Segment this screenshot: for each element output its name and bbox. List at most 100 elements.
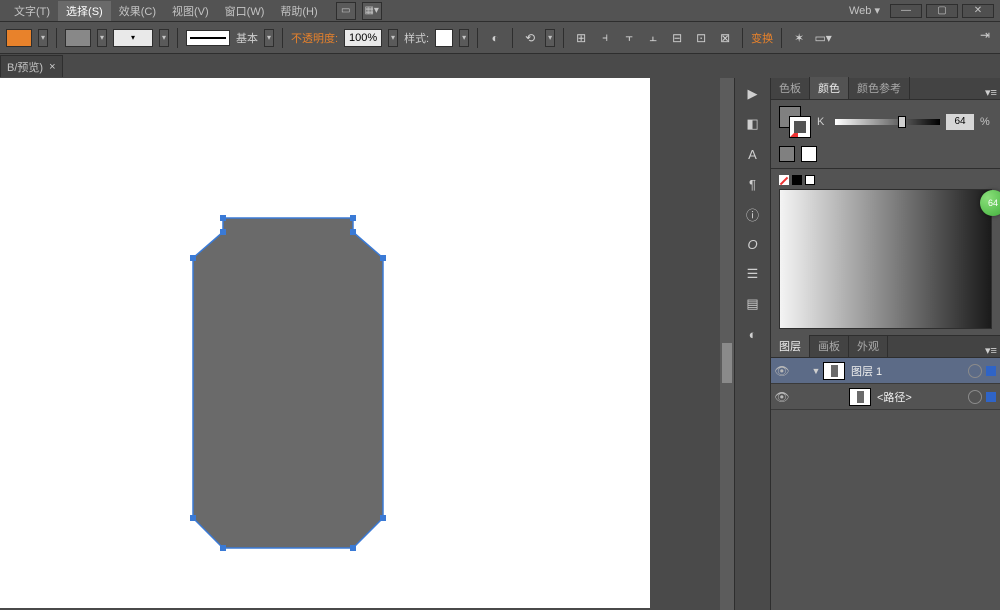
- layer-row[interactable]: 👁 ▼ 图层 1: [771, 358, 1000, 384]
- menubar: 文字(T) 选择(S) 效果(C) 视图(V) 窗口(W) 帮助(H) ▭ ▦▾…: [0, 0, 1000, 22]
- visibility-toggle-icon[interactable]: 👁: [771, 390, 793, 404]
- target-icon[interactable]: [968, 364, 982, 378]
- side-stroke-icon[interactable]: ☰: [743, 264, 763, 284]
- stroke-swatch[interactable]: [65, 29, 91, 47]
- side-panel-column: ▶ ◧ A ¶ ⓘ O ☰ ▤ ◐: [734, 78, 770, 610]
- document-tab-close-icon[interactable]: ×: [49, 61, 55, 73]
- side-play-icon[interactable]: ▶: [743, 84, 763, 104]
- layer-row[interactable]: 👁 <路径>: [771, 384, 1000, 410]
- stroke-box[interactable]: [789, 116, 811, 138]
- k-slider[interactable]: [835, 119, 940, 125]
- transform-label[interactable]: 变换: [751, 30, 773, 46]
- layer-name[interactable]: <路径>: [877, 389, 964, 405]
- tab-artboards[interactable]: 画板: [810, 335, 849, 357]
- menu-select[interactable]: 选择(S): [58, 1, 111, 21]
- gradient-stop-black-icon[interactable]: [792, 175, 802, 185]
- tab-color-guide[interactable]: 颜色参考: [849, 77, 910, 99]
- workarea: ▶ ◧ A ¶ ⓘ O ☰ ▤ ◐ 色板 颜色 颜色参考 ▾≡ K: [0, 78, 1000, 610]
- side-window-icon[interactable]: ◧: [743, 114, 763, 134]
- graphic-style-swatch[interactable]: [435, 29, 453, 47]
- fill-dropdown[interactable]: ▾: [38, 29, 48, 47]
- stroke-weight[interactable]: ▾: [113, 29, 153, 47]
- isolate-icon[interactable]: ✶: [790, 29, 808, 47]
- gradient-panel: [771, 168, 1000, 335]
- optionbar: ▾ ▾ ▾ ▾ 基本 ▾ 不透明度: 100% ▾ 样式: ▾ ◐ ⟲ ▾ ⊞ …: [0, 22, 1000, 54]
- floating-badge[interactable]: 64: [980, 190, 1000, 216]
- align-6-icon[interactable]: ⊡: [692, 29, 710, 47]
- mask-icon[interactable]: ▭▾: [814, 29, 832, 47]
- stroke-style-preview[interactable]: [186, 30, 230, 46]
- align-4-icon[interactable]: ⫠: [644, 29, 662, 47]
- opacity-dd[interactable]: ▾: [388, 29, 398, 47]
- canvas-zone: [0, 78, 734, 610]
- align-3-icon[interactable]: ⫟: [620, 29, 638, 47]
- menu-help[interactable]: 帮助(H): [272, 1, 325, 21]
- side-transparency-icon[interactable]: ◐: [743, 324, 763, 344]
- disclosure-icon[interactable]: ▼: [809, 366, 823, 376]
- percent-label: %: [980, 116, 992, 128]
- stroke-style-label: 基本: [236, 30, 258, 46]
- menu-text[interactable]: 文字(T): [6, 1, 58, 21]
- tab-layers[interactable]: 图层: [771, 335, 810, 357]
- selection-indicator-icon: [986, 392, 996, 402]
- side-paragraph-icon[interactable]: ¶: [743, 174, 763, 194]
- recolor-icon[interactable]: ◐: [486, 29, 504, 47]
- workspace-switcher[interactable]: Web ▾: [849, 4, 880, 17]
- layers-empty-area: [771, 410, 1000, 610]
- side-gradient-icon[interactable]: ▤: [743, 294, 763, 314]
- layers-panel: 图层 画板 外观 ▾≡ 👁 ▼ 图层 1 👁 <路径>: [771, 335, 1000, 610]
- color-panel-menu-icon[interactable]: ▾≡: [982, 86, 1000, 99]
- right-panels: 色板 颜色 颜色参考 ▾≡ K 64 %: [770, 78, 1000, 610]
- document-tabbar: B/预览) ×: [0, 54, 63, 78]
- window-maximize[interactable]: ▢: [926, 4, 958, 18]
- mode-none-icon[interactable]: [801, 146, 817, 162]
- align-7-icon[interactable]: ⊠: [716, 29, 734, 47]
- fill-stroke-indicator[interactable]: [779, 106, 811, 138]
- layer-thumbnail: [849, 388, 871, 406]
- align-5-icon[interactable]: ⊟: [668, 29, 686, 47]
- menu-window[interactable]: 窗口(W): [217, 1, 273, 21]
- target-icon[interactable]: [968, 390, 982, 404]
- gradient-stop-none-icon[interactable]: [779, 175, 789, 185]
- tab-color[interactable]: 颜色: [810, 77, 849, 99]
- stroke-dropdown[interactable]: ▾: [97, 29, 107, 47]
- k-channel-label: K: [817, 116, 829, 128]
- menu-view[interactable]: 视图(V): [164, 1, 217, 21]
- vertical-scrollbar[interactable]: [720, 78, 734, 610]
- mode-solid-icon[interactable]: [779, 146, 795, 162]
- layers-panel-tabs: 图层 画板 外观 ▾≡: [771, 336, 1000, 358]
- fill-swatch[interactable]: [6, 29, 32, 47]
- align-1-icon[interactable]: ⊞: [572, 29, 590, 47]
- optionbar-overflow-icon[interactable]: ⇥: [976, 26, 994, 44]
- stroke-weight-dd[interactable]: ▾: [159, 29, 169, 47]
- k-slider-knob[interactable]: [898, 116, 906, 128]
- align-dd-1[interactable]: ▾: [545, 29, 555, 47]
- side-info-icon[interactable]: ⓘ: [743, 204, 763, 224]
- menu-effect[interactable]: 效果(C): [111, 1, 164, 21]
- opacity-label[interactable]: 不透明度:: [291, 30, 338, 46]
- menubar-icon-1[interactable]: ▭: [336, 2, 356, 20]
- k-value[interactable]: 64: [946, 114, 974, 130]
- opacity-value[interactable]: 100%: [344, 29, 382, 47]
- visibility-toggle-icon[interactable]: 👁: [771, 364, 793, 378]
- gradient-stop-white-icon[interactable]: [805, 175, 815, 185]
- side-character-icon[interactable]: A: [743, 144, 763, 164]
- window-minimize[interactable]: —: [890, 4, 922, 18]
- align-left-icon[interactable]: ⟲: [521, 29, 539, 47]
- layers-panel-menu-icon[interactable]: ▾≡: [982, 344, 1000, 357]
- stroke-style-dd[interactable]: ▾: [264, 29, 274, 47]
- align-2-icon[interactable]: ⫞: [596, 29, 614, 47]
- side-opentype-icon[interactable]: O: [743, 234, 763, 254]
- artboard[interactable]: [0, 78, 650, 608]
- window-close[interactable]: ✕: [962, 4, 994, 18]
- selected-path[interactable]: [193, 218, 383, 548]
- style-dd[interactable]: ▾: [459, 29, 469, 47]
- scrollbar-thumb[interactable]: [722, 343, 732, 383]
- menubar-icon-2[interactable]: ▦▾: [362, 2, 382, 20]
- layer-name[interactable]: 图层 1: [851, 363, 964, 379]
- gradient-ramp[interactable]: [779, 189, 992, 329]
- tab-swatches[interactable]: 色板: [771, 77, 810, 99]
- tab-appearance[interactable]: 外观: [849, 335, 888, 357]
- style-label: 样式:: [404, 30, 429, 46]
- document-tab[interactable]: B/预览) ×: [0, 55, 63, 77]
